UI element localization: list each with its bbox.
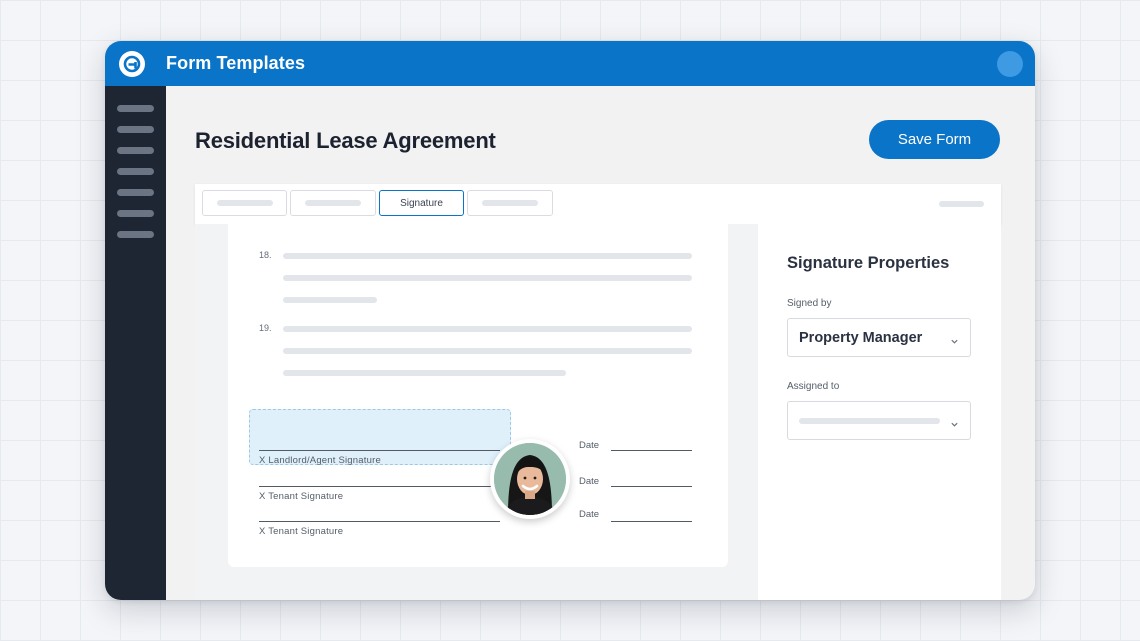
sidebar-item[interactable]: [117, 210, 154, 217]
signature-label: X Tenant Signature: [259, 491, 344, 502]
tab-signature[interactable]: Signature: [379, 190, 464, 216]
tab-2[interactable]: [290, 190, 376, 216]
clause-number: 19.: [259, 323, 272, 333]
chevron-down-icon: [950, 333, 959, 351]
tab-1[interactable]: [202, 190, 287, 216]
sidebar: [105, 86, 166, 600]
date-line[interactable]: [611, 486, 692, 487]
signer-avatar: [490, 439, 570, 519]
signature-properties-panel: Signature Properties Signed by Property …: [758, 224, 1001, 600]
sidebar-item[interactable]: [117, 231, 154, 238]
sidebar-item[interactable]: [117, 168, 154, 175]
tab-signature-label: Signature: [400, 197, 443, 209]
document-page: 18. 19. X Landlord/Agent Signature Date …: [228, 224, 728, 567]
assigned-to-placeholder: [799, 417, 940, 424]
signed-by-value: Property Manager: [799, 329, 923, 346]
tabbar-action[interactable]: [939, 201, 984, 207]
signature-line[interactable]: [259, 486, 500, 487]
app-window: Form Templates Residential Lease Agreeme…: [105, 41, 1035, 600]
sidebar-item[interactable]: [117, 189, 154, 196]
signed-by-select[interactable]: Property Manager: [787, 318, 971, 357]
date-label: Date: [579, 509, 600, 520]
document-area: 18. 19. X Landlord/Agent Signature Date …: [195, 224, 758, 600]
date-line[interactable]: [611, 521, 692, 522]
user-avatar[interactable]: [997, 51, 1023, 77]
tab-4[interactable]: [467, 190, 553, 216]
text-line: [283, 348, 692, 354]
signature-label: X Landlord/Agent Signature: [259, 455, 381, 466]
chevron-down-icon: [950, 416, 959, 434]
app-logo-icon[interactable]: [119, 51, 145, 77]
text-line: [283, 297, 377, 303]
assigned-to-label: Assigned to: [787, 381, 840, 392]
text-line: [283, 253, 692, 259]
tab-placeholder: [216, 200, 273, 206]
signed-by-label: Signed by: [787, 298, 832, 309]
page-title: Residential Lease Agreement: [195, 128, 496, 153]
date-line[interactable]: [611, 450, 692, 451]
date-label: Date: [579, 476, 600, 487]
signature-line: [259, 450, 500, 451]
date-label: Date: [579, 440, 600, 451]
signature-line[interactable]: [259, 521, 500, 522]
sidebar-item[interactable]: [117, 126, 154, 133]
main-content: Residential Lease Agreement Save Form Si…: [166, 86, 1035, 600]
sidebar-item[interactable]: [117, 105, 154, 112]
assigned-to-select[interactable]: [787, 401, 971, 440]
properties-title: Signature Properties: [787, 254, 950, 272]
text-line: [283, 275, 692, 281]
sidebar-item[interactable]: [117, 147, 154, 154]
clause-number: 18.: [259, 250, 272, 260]
text-line: [283, 326, 692, 332]
tab-placeholder: [305, 200, 361, 206]
title-bar: Form Templates: [105, 41, 1035, 86]
signature-label: X Tenant Signature: [259, 526, 344, 537]
tab-placeholder: [482, 200, 538, 206]
save-form-button[interactable]: Save Form: [869, 120, 1000, 159]
app-title: Form Templates: [166, 53, 306, 73]
text-line: [283, 370, 566, 376]
tab-bar: Signature: [195, 184, 1001, 224]
